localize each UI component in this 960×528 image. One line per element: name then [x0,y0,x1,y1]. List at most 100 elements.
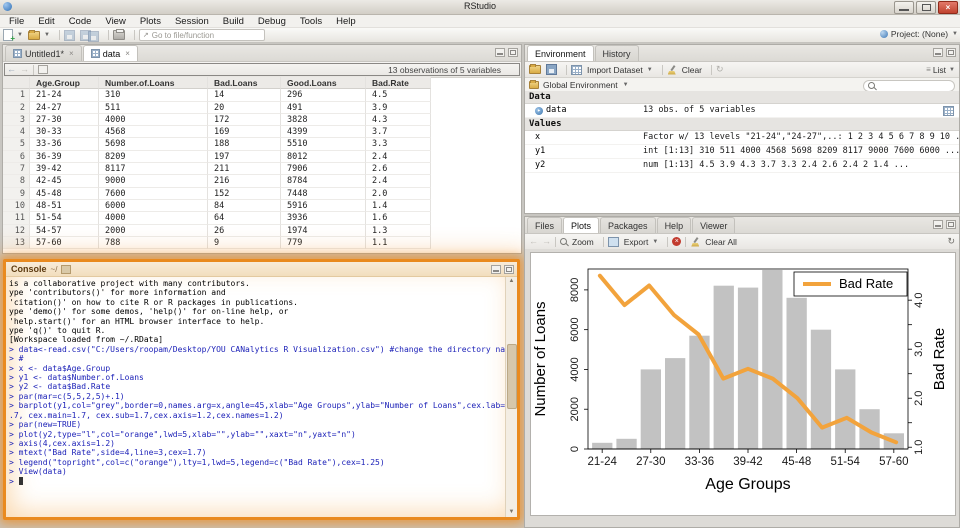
menu-file[interactable]: File [2,16,31,27]
menu-code[interactable]: Code [62,16,99,27]
scroll-down-icon[interactable]: ▼ [506,508,517,517]
menu-tools[interactable]: Tools [293,16,329,27]
console-line: > legend("topright",col=c("orange"),lty=… [9,457,385,467]
environment-toolbar: Import Dataset ▼ Clear ↻ ≡ List ▼ [525,62,959,78]
plots-minimize-icon[interactable] [933,220,943,229]
table-cell: 5510 [281,138,366,151]
env-section-data: Data [525,91,959,104]
console-maximize-icon[interactable] [504,265,514,274]
console-output[interactable]: is a collaborative project with many con… [6,277,506,517]
column-header[interactable]: Age.Group [30,77,99,90]
project-menu-button[interactable]: Project: (None) ▼ [879,29,958,39]
tab-plots[interactable]: Plots [563,217,600,233]
next-plot-icon[interactable]: → [542,237,551,246]
menu-edit[interactable]: Edit [31,16,61,27]
view-data-icon[interactable] [943,106,954,116]
column-header[interactable]: Bad.Loans [208,77,281,90]
tab-help[interactable]: Help [656,217,692,233]
previous-plot-icon[interactable]: ← [529,237,538,246]
column-header[interactable]: Number.of.Loans [99,77,208,90]
list-label: List [932,64,947,75]
tab-untitled1[interactable]: Untitled1* × [5,45,82,61]
r-script-icon [13,49,22,58]
tab-environment[interactable]: Environment [527,45,594,61]
env-minimize-icon[interactable] [933,48,943,57]
table-cell: 4.5 [366,89,431,102]
clear-environment-button[interactable]: Clear [667,65,702,75]
menu-view[interactable]: View [98,16,132,27]
bar-line-chart: 0 2000 4000 6000 8000 Number of Loans 21-24 27-… [532,268,948,493]
menu-debug[interactable]: Debug [251,16,293,27]
refresh-icon[interactable]: ↻ [716,65,724,74]
table-cell: 1.6 [366,212,431,225]
console-line: > y2 <- data$Bad.Rate [9,382,111,392]
console-line: > par(mar=c(5,5,2,5)+.1) [9,391,125,401]
home-dir-icon[interactable] [61,264,72,274]
env-object-row[interactable]: y2 num [1:13] 4.5 3.9 4.3 3.7 3.3 2.4 2.6… [525,159,959,173]
right-axis-tick: 3.0 [913,342,925,357]
tab-viewer[interactable]: Viewer [692,217,736,233]
table-cell: 2.6 [366,163,431,176]
clear-all-plots-button[interactable]: Clear All [690,237,737,247]
expander-icon[interactable]: ▸ [535,106,543,115]
zoom-plot-button[interactable]: Zoom [560,237,594,247]
row-number-header[interactable] [3,77,30,90]
maximize-button[interactable] [916,1,936,14]
open-folder-icon [529,64,541,74]
popout-icon[interactable] [38,65,48,74]
row-number-cell: 7 [3,163,30,176]
tab-packages[interactable]: Packages [600,217,656,233]
console-pane[interactable]: Console ~/ is a collaborative project wi… [3,259,520,520]
scroll-thumb[interactable] [507,344,517,409]
minimize-button[interactable] [894,1,914,14]
close-button[interactable]: × [938,1,958,14]
global-env-selector[interactable]: Global Environment [543,80,618,90]
print-button[interactable] [112,29,125,40]
bar-51-54 [835,369,856,449]
console-minimize-icon[interactable] [491,265,501,274]
tab-files[interactable]: Files [527,217,563,233]
menu-help[interactable]: Help [329,16,363,27]
table-cell: 788 [99,236,208,250]
env-object-value: 13 obs. of 5 variables [643,105,756,115]
env-object-row[interactable]: ▸ data 13 obs. of 5 variables [525,104,959,118]
scroll-up-icon[interactable]: ▲ [506,277,517,286]
list-view-button[interactable]: ≡ List ▼ [926,65,955,75]
new-file-button[interactable]: ▼ [3,29,23,43]
env-object-row[interactable]: y1 int [1:13] 310 511 4000 4568 5698 8209… [525,145,959,159]
x-axis-tick: 27-30 [636,456,665,468]
column-header[interactable]: Bad.Rate [366,77,431,90]
import-dataset-button[interactable]: Import Dataset ▼ [571,64,653,75]
object-name-text: y2 [535,160,546,170]
open-file-button[interactable]: ▼ [27,29,50,40]
menu-plots[interactable]: Plots [133,16,168,27]
tab-history[interactable]: History [594,45,639,61]
export-plot-button[interactable]: Export ▼ [607,236,658,247]
row-number-cell: 1 [3,89,30,102]
save-button[interactable] [63,29,75,41]
console-line: 'citation()' on how to cite R or R packa… [9,297,298,307]
source-maximize-icon[interactable] [508,48,518,57]
close-tab-icon[interactable]: × [69,49,74,58]
env-object-row[interactable]: x Factor w/ 13 levels "21-24","24-27",..:… [525,131,959,145]
remove-plot-icon[interactable]: × [672,237,682,246]
console-scrollbar[interactable]: ▲ ▼ [505,277,517,517]
console-header: Console ~/ [6,262,517,277]
env-open-button[interactable] [529,64,541,74]
table-cell: 8784 [281,175,366,188]
tab-data[interactable]: data × [82,45,138,61]
save-all-button[interactable] [79,29,99,42]
source-minimize-icon[interactable] [495,48,505,57]
menu-session[interactable]: Session [168,16,216,27]
env-maximize-icon[interactable] [946,48,956,57]
console-line: > # [9,354,24,364]
environment-search-input[interactable] [863,79,955,92]
goto-file-input[interactable]: ↗ Go to file/function [138,29,265,41]
menu-build[interactable]: Build [216,16,251,27]
refresh-plot-icon[interactable]: ↻ [947,237,955,246]
env-save-button[interactable] [546,64,557,75]
plots-maximize-icon[interactable] [946,220,956,229]
column-header[interactable]: Good.Loans [281,77,366,90]
console-line: > barplot(y1,col="grey",border=0,names.a… [9,401,506,411]
close-tab-icon[interactable]: × [125,49,130,58]
